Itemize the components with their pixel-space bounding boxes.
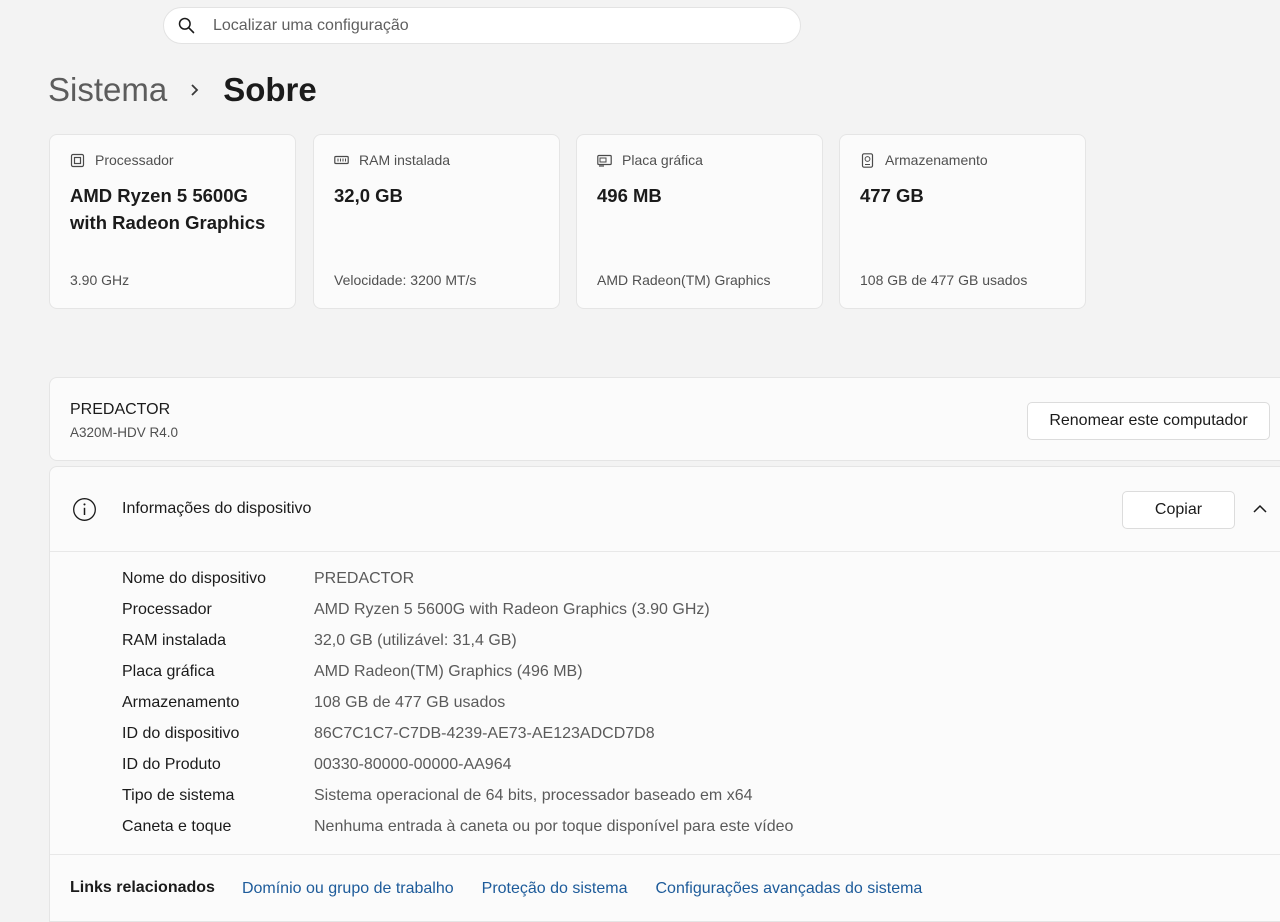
link-domain-workgroup[interactable]: Domínio ou grupo de trabalho bbox=[242, 880, 454, 898]
spec-value: 32,0 GB (utilizável: 31,4 GB) bbox=[314, 631, 517, 649]
search-box[interactable] bbox=[163, 7, 801, 44]
device-name: PREDACTOR bbox=[70, 401, 171, 418]
spec-value: PREDACTOR bbox=[314, 569, 415, 587]
spec-label: ID do Produto bbox=[122, 755, 221, 773]
spec-row: Nome do dispositivo PREDACTOR bbox=[122, 563, 793, 594]
spec-row: Tipo de sistema Sistema operacional de 6… bbox=[122, 780, 793, 811]
card-value: AMD Ryzen 5 5600G with Radeon Graphics bbox=[70, 185, 266, 233]
related-links: Links relacionados Domínio ou grupo de t… bbox=[50, 854, 1280, 922]
search-input[interactable] bbox=[213, 16, 773, 35]
card-ram: RAM instalada 32,0 GB Velocidade: 3200 M… bbox=[313, 134, 560, 309]
spec-value: AMD Radeon(TM) Graphics (496 MB) bbox=[314, 662, 583, 680]
breadcrumb-parent[interactable]: Sistema bbox=[48, 71, 167, 109]
spec-label: Nome do dispositivo bbox=[122, 569, 267, 587]
related-links-title: Links relacionados bbox=[70, 879, 215, 896]
ram-icon bbox=[334, 155, 349, 164]
spec-label: Caneta e toque bbox=[122, 817, 232, 835]
spec-row: ID do dispositivo 86C7C1C7-C7DB-4239-AE7… bbox=[122, 718, 793, 749]
page-title: Sobre bbox=[223, 71, 317, 108]
breadcrumb: Sistema Sobre bbox=[48, 68, 317, 112]
card-label: Armazenamento bbox=[885, 152, 988, 168]
spec-label: RAM instalada bbox=[122, 631, 227, 649]
chevron-right-icon bbox=[189, 83, 201, 97]
spec-row: Armazenamento 108 GB de 477 GB usados bbox=[122, 687, 793, 718]
card-label: RAM instalada bbox=[359, 152, 451, 168]
spec-table: Nome do dispositivo PREDACTOR Processado… bbox=[122, 563, 793, 842]
spec-row: Processador AMD Ryzen 5 5600G with Radeo… bbox=[122, 594, 793, 625]
card-label: Processador bbox=[95, 152, 174, 168]
spec-value: 86C7C1C7-C7DB-4239-AE73-AE123ADCD7D8 bbox=[314, 724, 655, 742]
device-info-panel: Informações do dispositivo Copiar Nome d… bbox=[49, 466, 1280, 922]
card-label: Placa gráfica bbox=[622, 152, 703, 168]
spec-value: Nenhuma entrada à caneta ou por toque di… bbox=[314, 817, 794, 835]
device-info-title: Informações do dispositivo bbox=[122, 500, 312, 517]
link-advanced-settings[interactable]: Configurações avançadas do sistema bbox=[656, 880, 923, 898]
spec-value: AMD Ryzen 5 5600G with Radeon Graphics (… bbox=[314, 600, 710, 618]
spec-row: RAM instalada 32,0 GB (utilizável: 31,4 … bbox=[122, 625, 793, 656]
card-sub: 108 GB de 477 GB usados bbox=[860, 272, 1028, 288]
spec-row: Placa gráfica AMD Radeon(TM) Graphics (4… bbox=[122, 656, 793, 687]
card-sub: AMD Radeon(TM) Graphics bbox=[597, 272, 771, 288]
spec-label: Armazenamento bbox=[122, 693, 240, 711]
card-processor: Processador AMD Ryzen 5 5600G with Radeo… bbox=[49, 134, 296, 309]
card-storage: Armazenamento 477 GB 108 GB de 477 GB us… bbox=[839, 134, 1086, 309]
link-system-protection[interactable]: Proteção do sistema bbox=[482, 880, 628, 898]
card-sub: Velocidade: 3200 MT/s bbox=[334, 272, 477, 288]
chevron-up-icon[interactable] bbox=[1252, 502, 1268, 516]
search-icon bbox=[178, 17, 195, 34]
spec-label: Tipo de sistema bbox=[122, 786, 235, 804]
copy-button[interactable]: Copiar bbox=[1122, 491, 1235, 529]
device-model: A320M-HDV R4.0 bbox=[70, 425, 179, 440]
info-icon bbox=[73, 498, 96, 521]
spec-row: Caneta e toque Nenhuma entrada à caneta … bbox=[122, 811, 793, 842]
device-info-header[interactable]: Informações do dispositivo Copiar bbox=[50, 467, 1280, 552]
device-name-panel: PREDACTOR A320M-HDV R4.0 Renomear este c… bbox=[49, 377, 1280, 461]
spec-value: 00330-80000-00000-AA964 bbox=[314, 755, 512, 773]
storage-icon bbox=[861, 152, 874, 168]
spec-label: ID do dispositivo bbox=[122, 724, 240, 742]
card-value: 477 GB bbox=[860, 185, 924, 206]
gpu-icon bbox=[597, 154, 612, 167]
spec-row: ID do Produto 00330-80000-00000-AA964 bbox=[122, 749, 793, 780]
card-gpu: Placa gráfica 496 MB AMD Radeon(TM) Grap… bbox=[576, 134, 823, 309]
card-value: 32,0 GB bbox=[334, 185, 403, 206]
rename-button[interactable]: Renomear este computador bbox=[1027, 402, 1270, 440]
cpu-icon bbox=[70, 153, 85, 167]
spec-label: Processador bbox=[122, 600, 212, 618]
card-value: 496 MB bbox=[597, 185, 662, 206]
card-sub: 3.90 GHz bbox=[70, 272, 130, 288]
spec-value: Sistema operacional de 64 bits, processa… bbox=[314, 786, 753, 804]
spec-value: 108 GB de 477 GB usados bbox=[314, 693, 506, 711]
spec-label: Placa gráfica bbox=[122, 662, 215, 680]
